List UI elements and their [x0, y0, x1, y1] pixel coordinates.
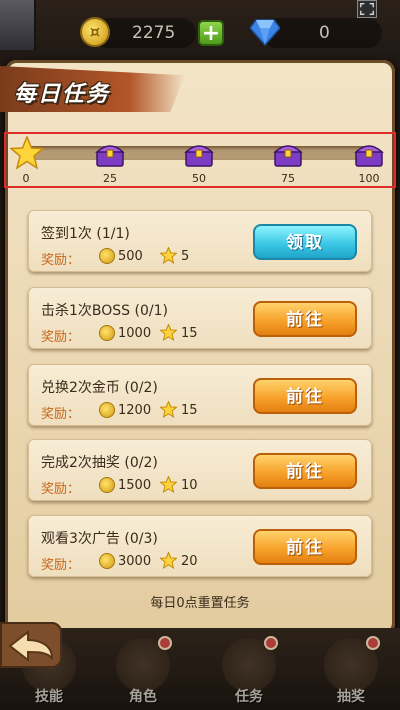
star-icon — [10, 136, 44, 170]
task-card: 击杀1次BOSS (0/1) 奖励： 1000 15 前往 — [28, 287, 372, 349]
coin-icon: ¤ — [80, 17, 110, 47]
reward-chest-100-icon[interactable] — [354, 140, 384, 168]
nav-label: 抽奖 — [337, 689, 365, 705]
go-button[interactable]: 前往 — [253, 378, 357, 414]
reward-chest-25-icon[interactable] — [95, 140, 125, 168]
milestone-label-0: 0 — [22, 172, 30, 185]
reward-coins: 1200 — [118, 403, 152, 418]
claim-button[interactable]: 领取 — [253, 224, 357, 260]
fullscreen-icon[interactable] — [357, 0, 377, 18]
reset-note: 每日0点重置任务 — [150, 596, 250, 611]
top-bar: ¤ 2275 + 0 — [0, 0, 400, 68]
reward-chest-75-icon[interactable] — [273, 140, 303, 168]
notification-dot — [366, 636, 380, 650]
add-coins-button[interactable]: + — [198, 20, 224, 46]
reward-label: 奖励： — [41, 253, 81, 268]
diamond-icon — [250, 19, 280, 46]
star-icon — [160, 552, 177, 569]
reward-label: 奖励： — [41, 482, 81, 497]
milestone-label-25: 25 — [103, 172, 117, 185]
star-icon — [160, 401, 177, 418]
reward-stars: 5 — [181, 249, 190, 264]
background-window-decoration — [0, 0, 36, 50]
reward-label: 奖励： — [41, 330, 81, 345]
panel-title: 每日任务 — [14, 82, 111, 107]
nav-label: 技能 — [35, 689, 63, 705]
reward-coins: 3000 — [118, 554, 152, 569]
task-title: 兑换2次金币 (0/2) — [41, 380, 158, 396]
milestone-label-50: 50 — [192, 172, 206, 185]
go-button[interactable]: 前往 — [253, 301, 357, 337]
task-card: 签到1次 (1/1) 奖励： 500 5 领取 — [28, 210, 372, 272]
go-button[interactable]: 前往 — [253, 529, 357, 565]
reward-coins: 1500 — [118, 478, 152, 493]
star-icon — [160, 324, 177, 341]
back-button[interactable] — [0, 622, 62, 668]
task-card: 观看3次广告 (0/3) 奖励： 3000 20 前往 — [28, 515, 372, 577]
reward-coins: 500 — [118, 249, 143, 264]
reward-label: 奖励： — [41, 558, 81, 573]
nav-item-lottery[interactable]: 抽奖 — [316, 636, 386, 706]
milestone-label-100: 100 — [358, 172, 380, 185]
reward-stars: 15 — [181, 326, 198, 341]
reward-coins: 1000 — [118, 326, 152, 341]
coin-icon — [99, 402, 115, 418]
star-icon — [160, 476, 177, 493]
star-icon — [160, 247, 177, 264]
reward-stars: 20 — [181, 554, 198, 569]
nav-item-tasks[interactable]: 任务 — [214, 636, 284, 706]
reward-stars: 15 — [181, 403, 198, 418]
reward-stars: 10 — [181, 478, 198, 493]
nav-label: 任务 — [235, 689, 263, 705]
gem-count: 0 — [319, 23, 330, 43]
task-card: 完成2次抽奖 (0/2) 奖励： 1500 10 前往 — [28, 439, 372, 501]
coin-icon — [99, 325, 115, 341]
task-title: 签到1次 (1/1) — [41, 226, 130, 242]
reward-label: 奖励： — [41, 407, 81, 422]
notification-dot — [158, 636, 172, 650]
notification-dot — [264, 636, 278, 650]
coin-icon — [99, 553, 115, 569]
task-title: 观看3次广告 (0/3) — [41, 531, 158, 547]
nav-item-character[interactable]: 角色 — [108, 636, 178, 706]
coin-icon — [99, 477, 115, 493]
coin-icon — [99, 248, 115, 264]
go-button[interactable]: 前往 — [253, 453, 357, 489]
back-arrow-icon — [8, 630, 54, 663]
task-title: 完成2次抽奖 (0/2) — [41, 455, 158, 471]
coin-count: 2275 — [132, 23, 176, 43]
task-card: 兑换2次金币 (0/2) 奖励： 1200 15 前往 — [28, 364, 372, 426]
task-title: 击杀1次BOSS (0/1) — [41, 303, 168, 319]
reward-chest-50-icon[interactable] — [184, 140, 214, 168]
nav-label: 角色 — [129, 689, 157, 705]
milestone-label-75: 75 — [281, 172, 295, 185]
